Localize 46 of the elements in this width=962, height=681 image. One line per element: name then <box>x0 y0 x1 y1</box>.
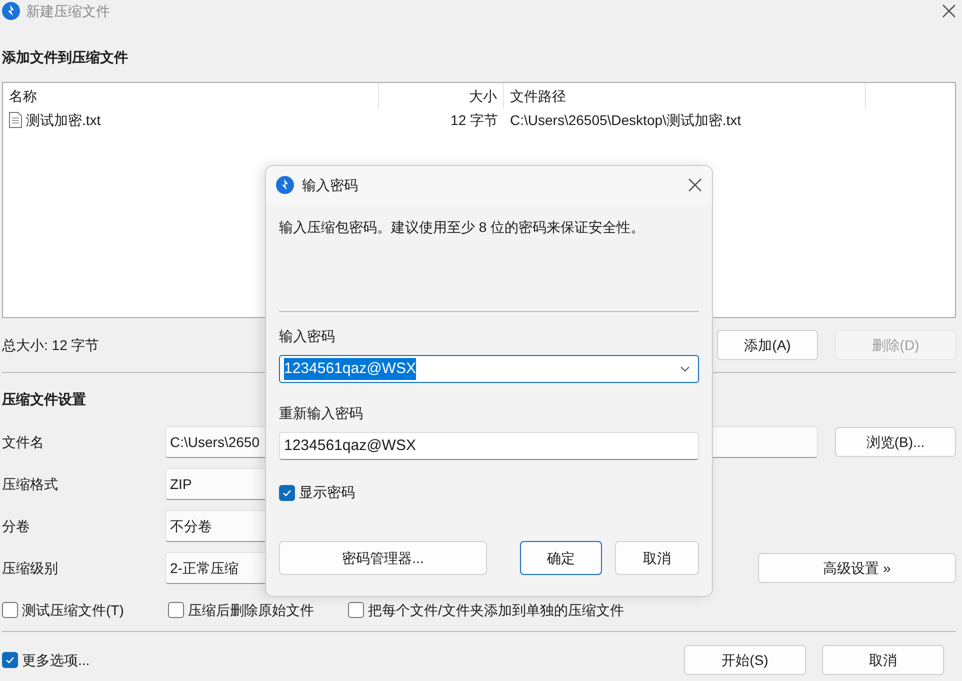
field-label: 输入密码 <box>279 327 336 346</box>
app-logo-icon <box>2 2 20 20</box>
browse-button[interactable]: 浏览(B)... <box>835 427 956 457</box>
dialog-message: 输入压缩包密码。建议使用至少 8 位的密码来保证安全性。 <box>279 218 646 237</box>
checkbox[interactable] <box>348 602 364 618</box>
password-field[interactable]: 1234561qaz@WSX <box>279 432 699 460</box>
close-icon[interactable] <box>688 178 702 192</box>
chevron-down-icon[interactable] <box>680 366 690 372</box>
start-button[interactable]: 开始(S) <box>684 645 806 675</box>
field-label: 压缩格式 <box>1 474 59 494</box>
dialog-title: 输入密码 <box>302 176 359 194</box>
file-path: C:\Users\26505\Desktop\测试加密.txt <box>509 110 742 130</box>
checkbox[interactable] <box>2 602 18 618</box>
checkbox-label: 压缩后删除原始文件 <box>188 600 314 620</box>
close-icon[interactable] <box>942 4 956 18</box>
column-header[interactable]: 大小 <box>379 83 504 109</box>
field-label: 重新输入密码 <box>279 404 364 423</box>
ok-button[interactable]: 确定 <box>520 541 602 575</box>
checkbox[interactable] <box>2 652 18 668</box>
field-label: 文件名 <box>1 432 45 452</box>
advanced-settings-button[interactable]: 高级设置 » <box>758 553 956 583</box>
checkmark-icon <box>5 655 15 665</box>
window-title: 新建压缩文件 <box>26 2 110 20</box>
checkbox-label: 显示密码 <box>299 483 355 502</box>
checkbox[interactable] <box>279 484 295 500</box>
column-header[interactable]: 名称 <box>3 83 379 109</box>
column-header[interactable]: 文件路径 <box>504 83 866 109</box>
checkbox-label: 测试压缩文件(T) <box>22 600 124 620</box>
field-label: 分卷 <box>1 516 31 536</box>
checkbox[interactable] <box>168 602 184 618</box>
field-label: 压缩级别 <box>1 558 59 578</box>
cancel-button[interactable]: 取消 <box>615 541 699 575</box>
password-dropdown[interactable]: 1234561qaz@WSX <box>279 355 699 383</box>
checkmark-icon <box>282 488 292 498</box>
file-size: 12 字节 <box>450 110 499 130</box>
cancel-button[interactable]: 取消 <box>822 645 944 675</box>
document-icon <box>9 112 22 128</box>
app-logo-icon <box>276 176 294 194</box>
checkbox-label: 把每个文件/文件夹添加到单独的压缩文件 <box>368 600 624 620</box>
total-size-label: 总大小: 12 字节 <box>2 336 100 354</box>
file-name: 测试加密.txt <box>26 110 101 130</box>
section-heading: 添加文件到压缩文件 <box>2 48 129 67</box>
button[interactable]: 添加(A) <box>717 330 818 360</box>
password-manager-button[interactable]: 密码管理器... <box>279 541 487 575</box>
section-heading: 压缩文件设置 <box>2 390 87 409</box>
checkbox-label: 更多选项... <box>22 650 90 670</box>
